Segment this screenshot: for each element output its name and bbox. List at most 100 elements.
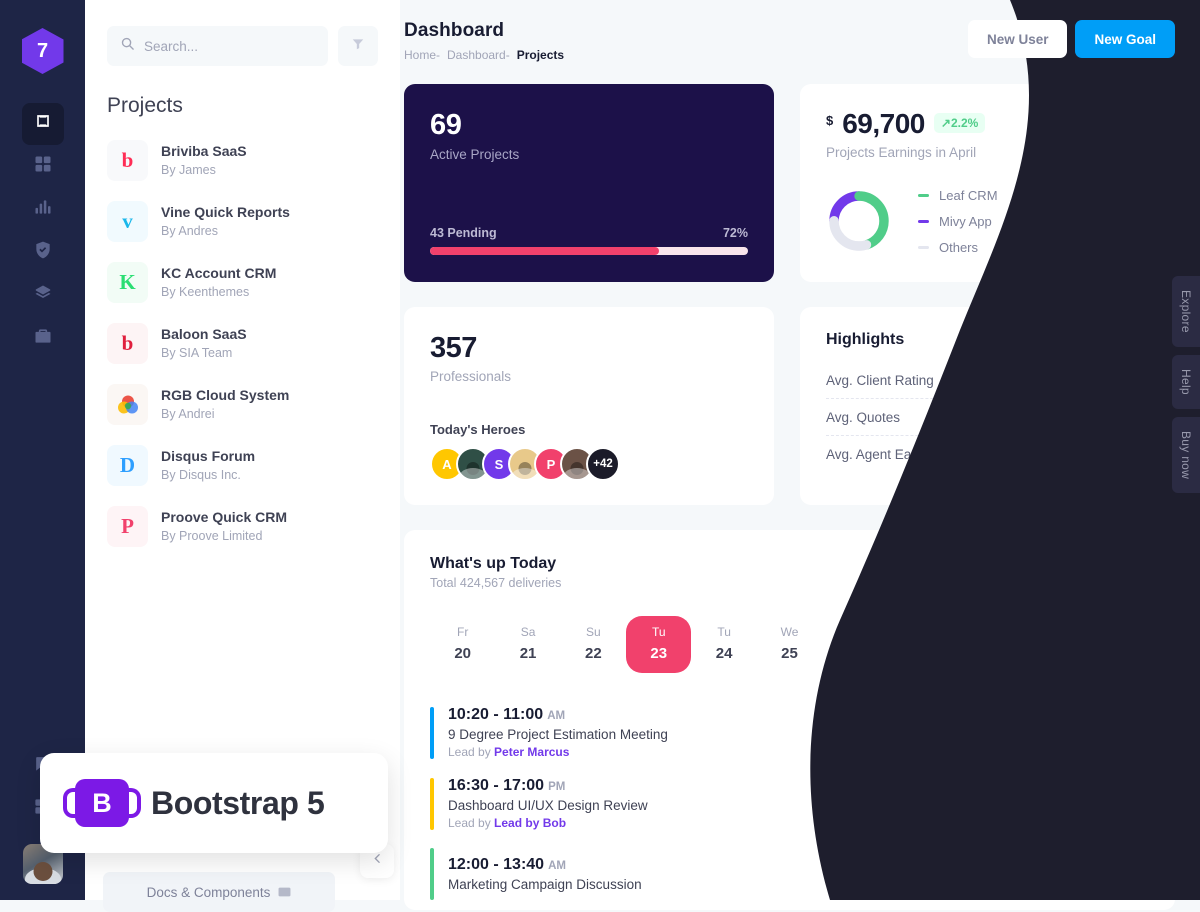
project-logo-icon: b — [107, 140, 148, 181]
rail-item-briefcase[interactable] — [22, 318, 64, 360]
day-cell[interactable]: We 25 — [757, 616, 822, 673]
rail-item-layers[interactable] — [22, 275, 64, 317]
highlights-rows: Avg. Client Rating ↗ 7.8/10 Avg. Quotes ↙ 730… — [826, 362, 1147, 473]
day-name: Su — [1043, 625, 1059, 639]
rail-icon-list — [0, 102, 85, 360]
day-name: Mo — [1107, 625, 1125, 639]
earnings-legend: Leaf CRM Mivy App Others — [918, 182, 998, 260]
edge-tab[interactable]: Help — [1172, 354, 1200, 409]
day-cell[interactable]: Tu 23 — [626, 616, 692, 673]
search-input[interactable] — [144, 38, 315, 54]
schedule-time: 12:00 - 13:40 — [448, 856, 545, 873]
earnings-values: $7,660 $2,820 $45,257 — [1100, 192, 1147, 270]
highlight-suffix: /10 — [1127, 372, 1147, 388]
highlights-card: Highlights Avg. Client Rating ↗ 7.8/10 Avg.… — [800, 307, 1173, 505]
avatar-overflow[interactable]: +42 — [586, 447, 620, 481]
report-center-button[interactable]: Report Cecnter — [1023, 552, 1149, 588]
day-cell[interactable]: Sa 28 — [953, 616, 1018, 673]
project-name: KC Account CRM — [161, 264, 277, 281]
lead-prefix: Lead by — [448, 816, 491, 830]
schedule-color-bar — [430, 848, 434, 900]
legend-item: Mivy App — [918, 208, 998, 234]
project-list: b Briviba SaaS By James v Vine Quick Reports… — [85, 124, 400, 557]
breadcrumb-item[interactable]: Projects — [517, 48, 564, 62]
day-number: 24 — [715, 645, 733, 662]
day-cell[interactable]: Tu 24 — [691, 616, 756, 673]
legend-item: Others — [918, 234, 998, 260]
day-number: 25 — [781, 645, 798, 662]
day-name: Fri — [913, 625, 928, 639]
project-author: By Disqus Inc. — [161, 468, 241, 483]
app-logo[interactable]: 7 — [21, 28, 64, 74]
rail-item-grid[interactable] — [22, 146, 64, 188]
active-projects-card: 69 Active Projects 43 Pending 72% — [404, 84, 774, 282]
project-logo-icon: P — [107, 506, 148, 547]
avatar-label: +42 — [593, 458, 613, 470]
project-list-item[interactable]: RGB Cloud System By Andrei — [103, 374, 382, 435]
edge-tab[interactable]: Buy now — [1172, 416, 1200, 493]
day-name: Tu — [651, 625, 666, 639]
rail-item-analytics[interactable] — [22, 189, 64, 231]
breadcrumb-item[interactable]: Dashboard- — [447, 48, 510, 62]
heroes-label: Today's Heroes — [430, 422, 526, 437]
lead-name[interactable]: Lead by Bob — [494, 816, 566, 830]
day-cell[interactable]: Su 29 — [1018, 616, 1083, 673]
breadcrumb-item[interactable]: Home- — [404, 48, 440, 62]
project-list-item[interactable]: b Baloon SaaS By SIA Team — [103, 313, 382, 374]
day-cell[interactable]: Sa 21 — [495, 616, 560, 673]
project-list-item[interactable]: P Proove Quick CRM By Proove Limited — [103, 496, 382, 557]
rail-item-security[interactable] — [22, 232, 64, 274]
keyboard-icon — [278, 885, 291, 900]
project-list-item[interactable]: b Briviba SaaS By James — [103, 130, 382, 191]
schedule-color-bar — [430, 777, 434, 830]
day-number: 29 — [1042, 645, 1060, 662]
avatar-stack: A S P +42 — [430, 447, 748, 481]
avatar-label: P — [546, 456, 556, 472]
schedule-view-button[interactable]: View — [1083, 786, 1149, 821]
rail-item-cube[interactable] — [21, 102, 64, 145]
pending-label: 43 Pending — [430, 226, 497, 240]
earnings-header: $ 69,700 ↗2.2% — [826, 108, 1147, 140]
project-list-item[interactable]: D Disqus Forum By Disqus Inc. — [103, 435, 382, 496]
search-box[interactable] — [107, 26, 328, 66]
legend-item: Leaf CRM — [918, 182, 998, 208]
schedule-item: 10:20 - 11:00 AM 9 Degree Project Estimati… — [430, 697, 1149, 768]
legend-swatch-icon — [918, 245, 929, 249]
day-number: 26 — [846, 645, 864, 662]
lead-name[interactable]: Peter Marcus — [494, 745, 569, 759]
project-logo-icon: K — [107, 262, 148, 303]
progress-percent: 72% — [722, 226, 748, 240]
layers-icon — [33, 283, 53, 308]
docs-components-button[interactable]: Docs & Components — [103, 872, 335, 912]
project-list-item[interactable]: v Vine Quick Reports By Andres — [103, 191, 382, 252]
edge-tab-group: Explore Help Buy now — [1172, 276, 1200, 501]
avatar-label: A — [442, 456, 452, 472]
new-goal-button[interactable]: New Goal — [1075, 20, 1175, 58]
new-user-button[interactable]: New User — [967, 20, 1068, 58]
day-name: Sa — [520, 625, 536, 639]
day-cell[interactable]: Fr 20 — [430, 616, 495, 673]
legend-label: Leaf CRM — [939, 187, 998, 203]
edge-tab[interactable]: Explore — [1172, 276, 1200, 347]
day-cell[interactable]: Mo 30 — [1084, 616, 1149, 673]
schedule-view-button[interactable]: View — [1083, 715, 1149, 750]
filter-button[interactable] — [338, 26, 378, 66]
trend-arrow-icon: ↗ — [1084, 446, 1097, 462]
title-block: Dashboard Home- Dashboard- Projects — [404, 20, 564, 62]
topbar: Dashboard Home- Dashboard- Projects New Us… — [400, 0, 1200, 62]
schedule-view-button[interactable]: View — [1083, 857, 1149, 891]
earnings-amount: 69,700 — [842, 108, 925, 139]
schedule-ampm: AM — [547, 710, 566, 722]
schedule-list: 10:20 - 11:00 AM 9 Degree Project Estimati… — [430, 697, 1149, 909]
change-value: 2.2% — [950, 116, 979, 130]
day-cell[interactable]: Fri 27 — [888, 616, 953, 673]
main-area: Dashboard Home- Dashboard- Projects New Us… — [400, 0, 1200, 910]
day-cell[interactable]: Th 26 — [822, 616, 887, 673]
schedule-title: Dashboard UI/UX Design Review — [448, 798, 648, 813]
highlight-row: Avg. Agent Earnings ↗ $2,309 — [826, 436, 1147, 473]
highlight-value-group: ↗ 7.8/10 — [1080, 372, 1147, 389]
day-cell[interactable]: Su 22 — [561, 616, 626, 673]
project-list-item[interactable]: K KC Account CRM By Keenthemes — [103, 252, 382, 313]
shield-check-icon — [33, 240, 53, 265]
progress-fill — [430, 247, 659, 255]
